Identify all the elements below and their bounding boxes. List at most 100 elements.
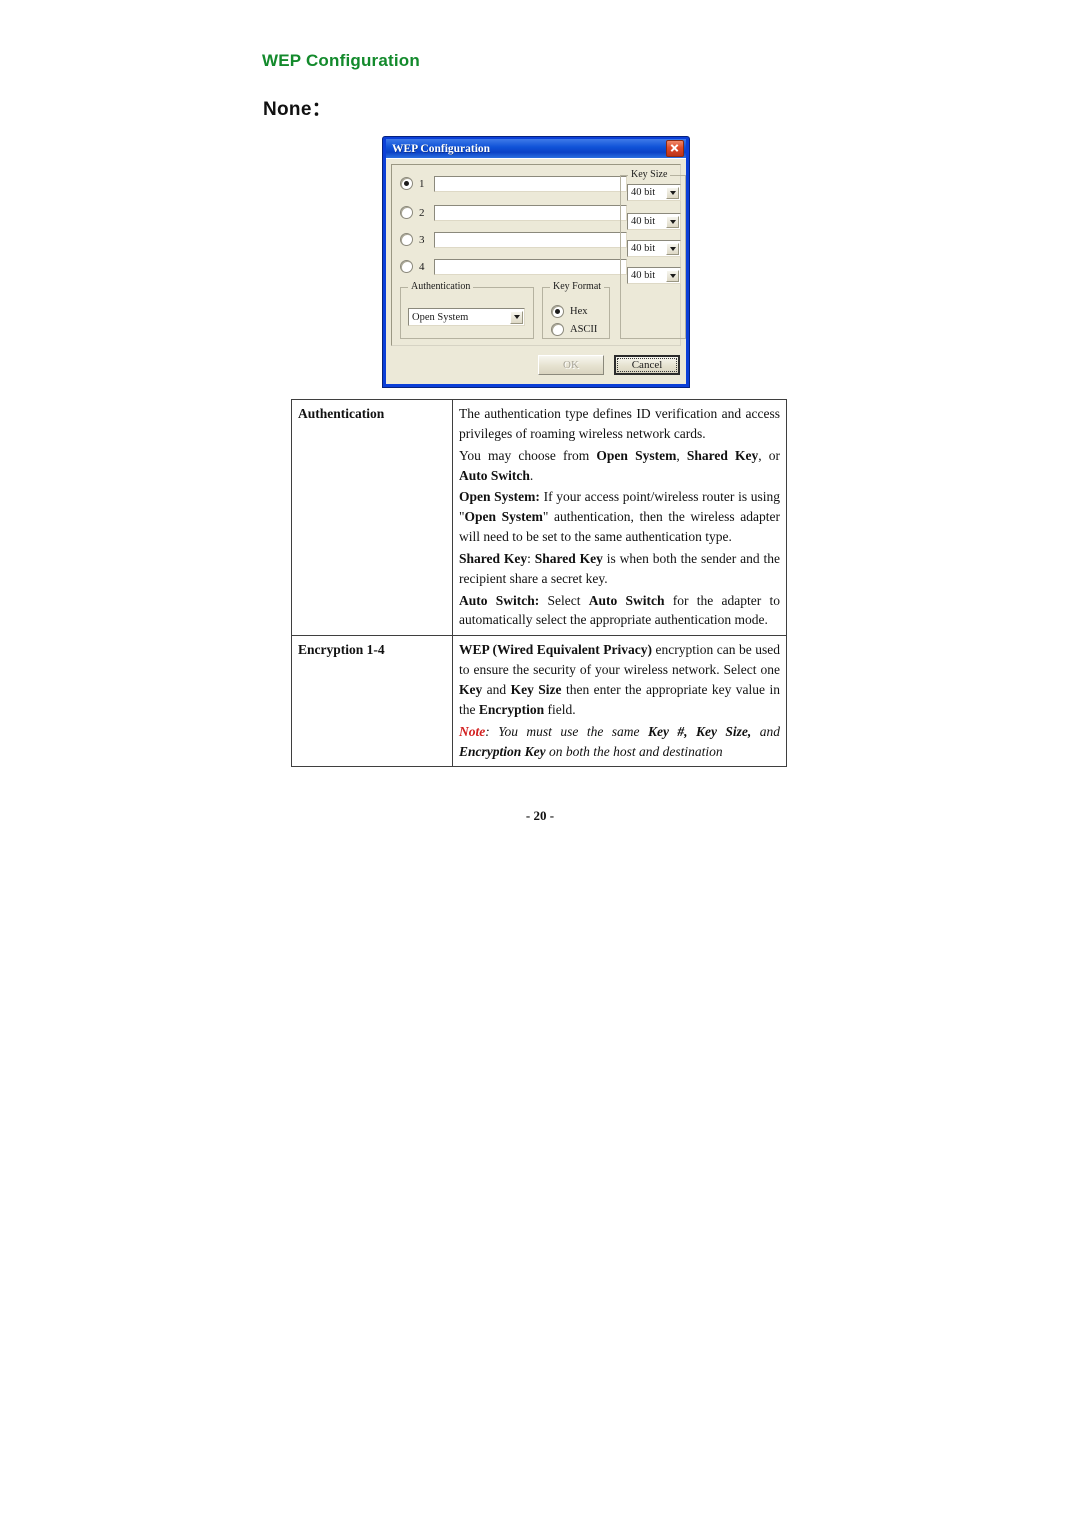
key-format-radio-hex[interactable] bbox=[551, 305, 564, 318]
key-size-group: Key Size 40 bit 40 bit 40 bit 40 bit bbox=[620, 169, 686, 339]
dialog-body: 1 2 3 4 Key Size 40 bit 40 bit 40 bit 40… bbox=[386, 158, 686, 384]
key-radio-1[interactable] bbox=[400, 177, 413, 190]
text: You may choose from bbox=[459, 447, 597, 463]
key-format-option-hex[interactable]: Hex bbox=[551, 305, 588, 318]
key-size-group-label: Key Size bbox=[628, 169, 671, 180]
chevron-down-icon[interactable] bbox=[666, 215, 679, 228]
text: . bbox=[529, 467, 534, 483]
key-size-value-4: 40 bit bbox=[631, 270, 656, 281]
key-size-value-2: 40 bit bbox=[631, 216, 656, 227]
key-number-3: 3 bbox=[419, 233, 425, 246]
focus-ring bbox=[617, 358, 677, 372]
page-number: - 20 - bbox=[525, 808, 555, 823]
ok-button-label: OK bbox=[563, 359, 579, 371]
key-number-1: 1 bbox=[419, 177, 425, 190]
key-format-group: Key Format Hex ASCII bbox=[542, 281, 610, 339]
text: and bbox=[482, 681, 511, 697]
table-cell-term: Authentication bbox=[291, 398, 453, 637]
note-label: Note bbox=[459, 723, 486, 739]
text: : bbox=[485, 723, 499, 739]
text: The authentication type defines ID verif… bbox=[459, 406, 780, 441]
paragraph-open-system: Open System: If your access point/wirele… bbox=[459, 487, 780, 547]
paragraph-note: Note: You must use the same Key #, Key S… bbox=[459, 722, 780, 762]
term-authentication: Authentication bbox=[298, 406, 385, 421]
term-encryption: Encryption 1-4 bbox=[298, 642, 385, 658]
text: on both the host and destination bbox=[545, 743, 723, 759]
text: Encryption bbox=[478, 701, 545, 717]
close-icon[interactable] bbox=[666, 140, 684, 157]
key-radio-4[interactable] bbox=[400, 260, 413, 273]
text: Key #, Key Size, bbox=[647, 723, 752, 739]
key-size-select-1[interactable]: 40 bit bbox=[627, 184, 681, 201]
text: Key bbox=[459, 681, 483, 697]
text: Select bbox=[539, 592, 589, 608]
authentication-group: Authentication Open System bbox=[400, 281, 534, 339]
key-input-3[interactable] bbox=[434, 231, 627, 248]
key-size-value-3: 40 bit bbox=[631, 243, 656, 254]
table-cell-term: Encryption 1-4 bbox=[291, 635, 453, 768]
text: Shared Key bbox=[686, 447, 759, 463]
dialog-title: WEP Configuration bbox=[392, 142, 491, 155]
key-format-label-ascii: ASCII bbox=[570, 324, 598, 335]
authentication-group-label: Authentication bbox=[408, 281, 474, 292]
key-format-radio-ascii[interactable] bbox=[551, 323, 564, 336]
text: Key Size bbox=[510, 681, 562, 697]
chevron-down-icon[interactable] bbox=[666, 186, 679, 199]
cancel-button[interactable]: Cancel bbox=[614, 355, 680, 375]
table-row: Encryption 1-4 WEP (Wired Equivalent Pri… bbox=[291, 635, 787, 768]
key-format-label-hex: Hex bbox=[570, 306, 588, 317]
page-title: WEP Configuration bbox=[262, 51, 420, 70]
text: Open System bbox=[596, 447, 677, 463]
section-label-none: None： bbox=[263, 99, 331, 120]
key-number-2: 2 bbox=[419, 206, 425, 219]
table-row: Authentication The authentication type d… bbox=[291, 398, 787, 637]
key-size-select-4[interactable]: 40 bit bbox=[627, 267, 681, 284]
chevron-down-icon[interactable] bbox=[510, 310, 523, 324]
paragraph-wep-description: WEP (Wired Equivalent Privacy) encryptio… bbox=[459, 640, 780, 719]
key-radio-2[interactable] bbox=[400, 206, 413, 219]
chevron-down-icon[interactable] bbox=[666, 242, 679, 255]
authentication-select[interactable]: Open System bbox=[408, 308, 525, 326]
key-row-2: 2 bbox=[400, 202, 627, 223]
table-cell-description: WEP (Wired Equivalent Privacy) encryptio… bbox=[452, 635, 787, 768]
text: Shared Key bbox=[459, 550, 528, 566]
text: : bbox=[527, 550, 535, 566]
text: Auto Switch bbox=[588, 592, 665, 608]
text: Open System bbox=[464, 509, 543, 525]
table-cell-description: The authentication type defines ID verif… bbox=[452, 398, 787, 637]
text: , bbox=[676, 447, 687, 463]
settings-description-table: Authentication The authentication type d… bbox=[291, 398, 787, 768]
key-radio-3[interactable] bbox=[400, 233, 413, 246]
text: You must use the same bbox=[498, 723, 648, 739]
key-input-4[interactable] bbox=[434, 258, 627, 275]
dialog-titlebar: WEP Configuration bbox=[386, 139, 686, 158]
authentication-value: Open System bbox=[412, 311, 469, 323]
key-size-value-1: 40 bit bbox=[631, 187, 656, 198]
paragraph-shared-key: Shared Key: Shared Key is when both the … bbox=[459, 549, 780, 589]
chevron-down-icon[interactable] bbox=[666, 269, 679, 282]
key-row-3: 3 bbox=[400, 229, 627, 250]
key-size-select-2[interactable]: 40 bit bbox=[627, 213, 681, 230]
ok-button[interactable]: OK bbox=[538, 355, 604, 375]
text: Shared Key bbox=[534, 550, 603, 566]
key-number-4: 4 bbox=[419, 260, 425, 273]
text: Auto Switch bbox=[459, 467, 530, 483]
text: Open System: bbox=[459, 489, 540, 505]
text: and bbox=[751, 723, 781, 739]
text: WEP (Wired Equivalent Privacy) bbox=[459, 642, 653, 658]
paragraph-auth-intro: The authentication type defines ID verif… bbox=[459, 404, 780, 444]
wep-configuration-dialog: WEP Configuration 1 2 3 4 Key Size 40 bi… bbox=[382, 136, 690, 388]
text: Auto Switch: bbox=[459, 592, 540, 608]
key-input-1[interactable] bbox=[434, 175, 627, 192]
text: Encryption Key bbox=[459, 743, 546, 759]
key-format-group-label: Key Format bbox=[550, 281, 605, 292]
key-format-option-ascii[interactable]: ASCII bbox=[551, 323, 597, 336]
text: field. bbox=[544, 701, 576, 717]
key-row-4: 4 bbox=[400, 256, 627, 277]
key-size-select-3[interactable]: 40 bit bbox=[627, 240, 681, 257]
key-input-2[interactable] bbox=[434, 204, 627, 221]
paragraph-auth-choices: You may choose from Open System, Shared … bbox=[459, 446, 780, 486]
paragraph-auto-switch: Auto Switch: Select Auto Switch for the … bbox=[459, 591, 780, 631]
key-row-1: 1 bbox=[400, 173, 627, 194]
text: , or bbox=[758, 447, 780, 463]
